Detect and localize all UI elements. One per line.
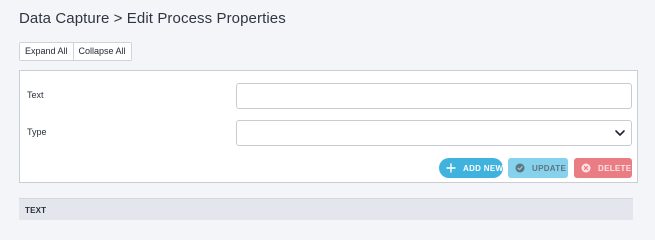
add-new-button[interactable]: ADD NEW — [439, 158, 503, 178]
column-header-text[interactable]: TEXT — [25, 206, 46, 215]
collapse-all-button[interactable]: Collapse All — [72, 43, 131, 60]
table-header: TEXT — [19, 198, 633, 220]
chevron-down-icon — [615, 130, 625, 136]
add-new-label: ADD NEW — [463, 163, 504, 173]
update-button[interactable]: UPDATE — [508, 158, 568, 178]
text-field-label: Text — [27, 90, 44, 100]
expand-collapse-group: Expand All Collapse All — [19, 42, 132, 61]
delete-label: DELETE — [598, 163, 632, 173]
check-circle-icon — [515, 163, 525, 173]
type-field-label: Type — [27, 127, 47, 137]
expand-all-button[interactable]: Expand All — [20, 43, 73, 60]
text-input[interactable] — [236, 83, 632, 109]
close-circle-icon — [581, 163, 591, 173]
page-title: Data Capture > Edit Process Properties — [19, 10, 286, 27]
properties-form-panel: Text Type ADD NEW UPDATE DELETE — [19, 70, 638, 183]
delete-button[interactable]: DELETE — [574, 158, 632, 178]
update-label: UPDATE — [532, 163, 567, 173]
plus-icon — [446, 163, 456, 173]
type-select[interactable] — [236, 120, 632, 146]
